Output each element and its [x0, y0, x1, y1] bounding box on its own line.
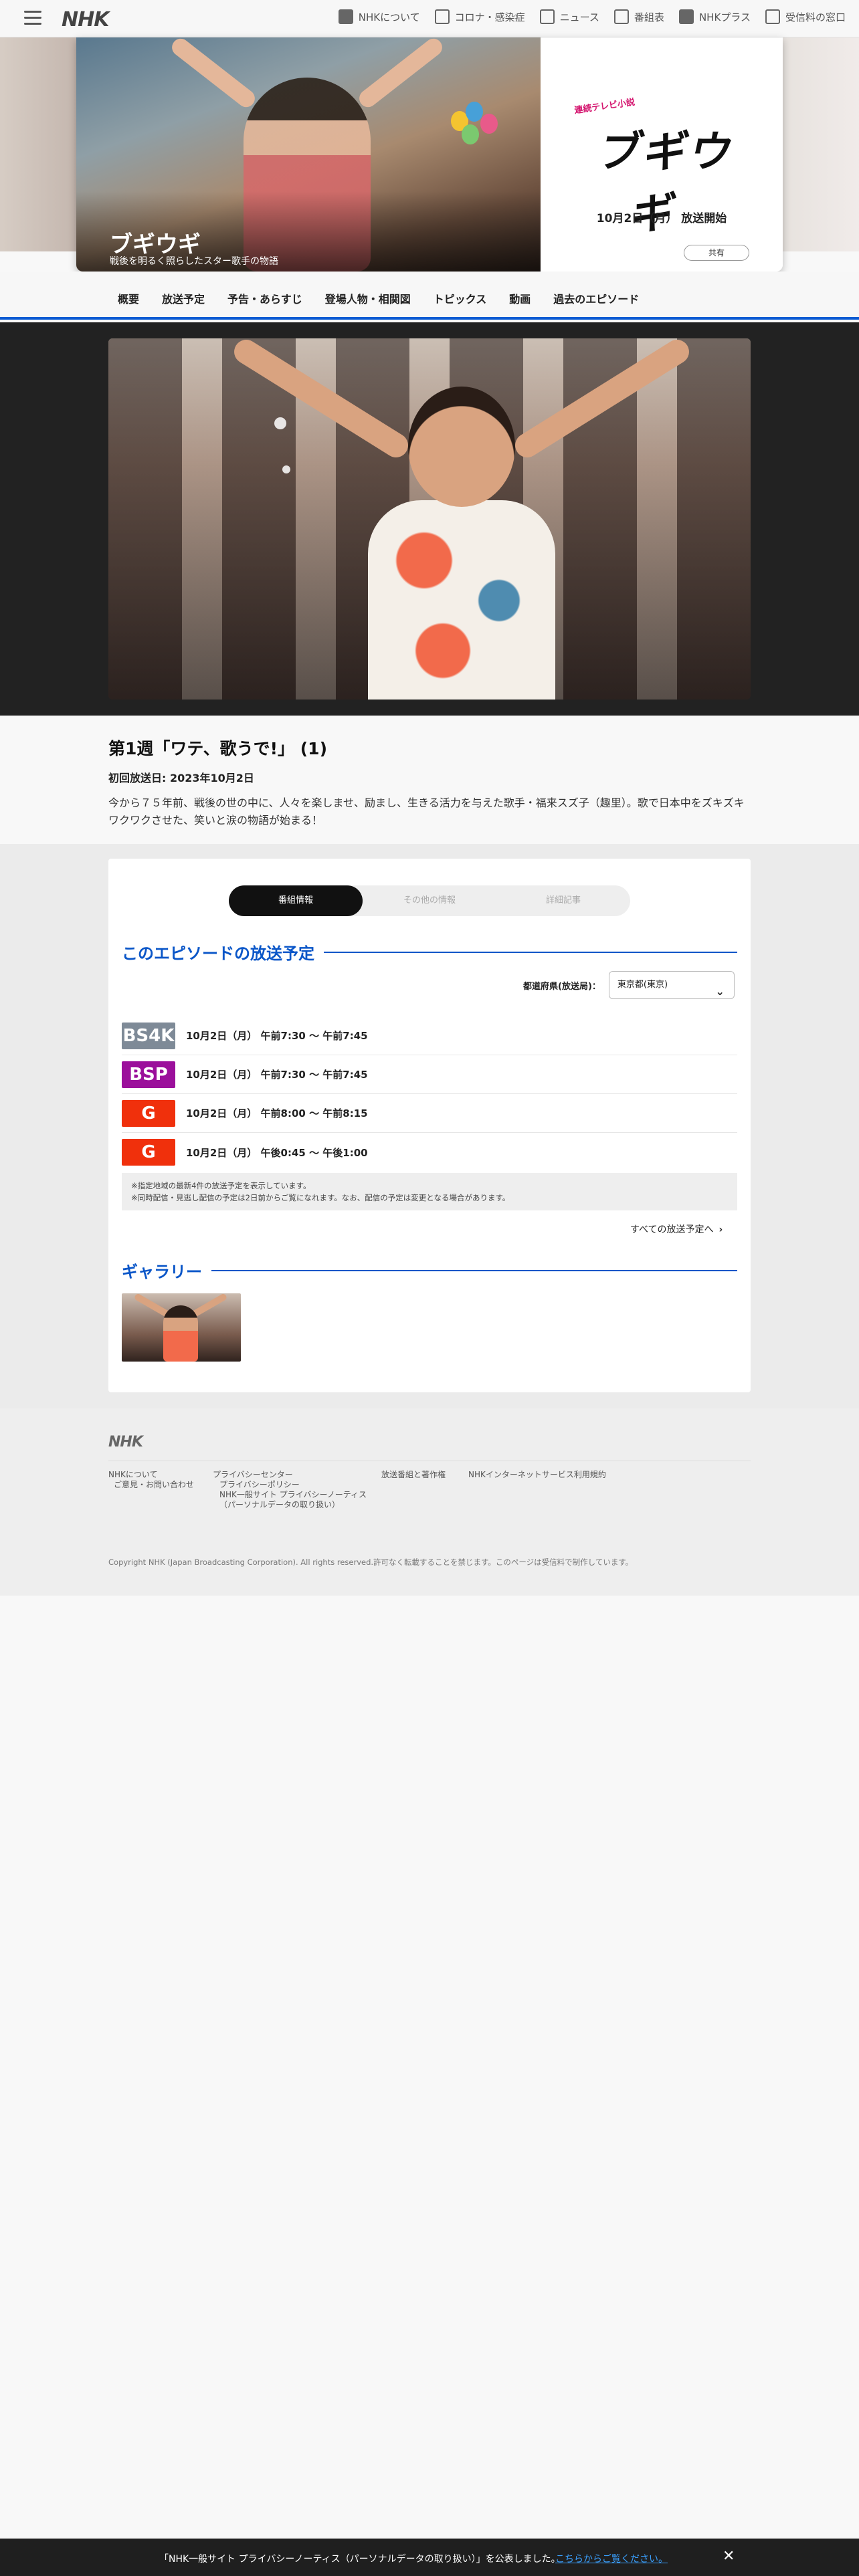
region-label: 都道府県(放送局)：	[523, 981, 601, 992]
corona-icon	[434, 9, 450, 24]
footer-link-terms[interactable]: NHKインターネットサービス利用規約	[468, 1470, 606, 1479]
episode-description: 今から７５年前、戦後の世の中に、人々を楽しませ、励まし、生きる活力を与えた歌手・…	[108, 796, 745, 827]
schedule-time: 10月2日（月） 午前7:30 〜 午前7:45	[186, 1030, 368, 1042]
menu-icon[interactable]	[24, 11, 41, 25]
hero-info: 連続テレビ小説 ブギウギ 10月2日（月） 放送開始 共有	[541, 37, 783, 272]
episode-detail-panel: 番組情報 その他の情報 詳細記事 このエピソードの放送予定 都道府県(放送局)：…	[108, 859, 751, 1392]
global-header: NHK NHKについて コロナ・感染症 ニュース 番組表 NHKプラス 受信料の…	[0, 0, 859, 37]
gallery-thumbnail[interactable]	[122, 1293, 241, 1362]
nav-characters[interactable]: 登場人物・相関図	[325, 290, 411, 306]
nav-past-episodes[interactable]: 過去のエピソード	[553, 290, 639, 306]
program-logo: 連続テレビ小説 ブギウギ	[574, 98, 749, 239]
episode-first-air: 初回放送日: 2023年10月2日	[108, 772, 254, 784]
nav-news[interactable]: ニュース	[539, 9, 599, 24]
gallery-heading: ギャラリー	[122, 1259, 737, 1282]
main-visual-band	[0, 322, 859, 716]
episode-title: 第1週「ワテ、歌うで!」 (1)	[108, 739, 327, 758]
nhkplus-icon	[678, 9, 694, 24]
channel-badge-g: G	[122, 1139, 175, 1166]
info-tabs: 番組情報 その他の情報 詳細記事	[229, 885, 630, 916]
receiving-fee-icon	[765, 9, 780, 24]
global-nav: NHKについて コロナ・感染症 ニュース 番組表 NHKプラス 受信料の窓口	[338, 9, 846, 24]
schedule-time: 10月2日（月） 午前8:00 〜 午前8:15	[186, 1107, 368, 1119]
start-date: 10月2日（月） 放送開始	[596, 212, 727, 225]
nav-overview[interactable]: 概要	[118, 290, 139, 306]
nav-preview[interactable]: 予告・あらすじ	[227, 290, 302, 306]
program-logo-tag: 連続テレビ小説	[573, 97, 636, 116]
schedule-time: 10月2日（月） 午後0:45 〜 午後1:00	[186, 1146, 368, 1159]
schedule-list: BS4K 10月2日（月） 午前7:30 〜 午前7:45 BSP 10月2日（…	[122, 1016, 737, 1172]
nav-nhkplus[interactable]: NHKプラス	[678, 9, 751, 24]
notice-bar: 「NHK一般サイト プライバシーノーティス（パーソナルデータの取り扱い）」を公表…	[0, 2539, 859, 2576]
copyright: Copyright NHK (Japan Broadcasting Corpor…	[108, 1558, 634, 1567]
nav-about-nhk[interactable]: NHKについて	[338, 9, 420, 24]
footer-link-privacy-policy[interactable]: プライバシーポリシー	[219, 1480, 367, 1489]
close-icon[interactable]: ✕	[723, 2548, 735, 2565]
nav-broadcast-schedule[interactable]: 放送予定	[162, 290, 205, 306]
schedule-heading: このエピソードの放送予定	[122, 940, 737, 964]
footer-nhk-logo[interactable]: NHK	[108, 1434, 143, 1451]
schedule-row: BSP 10月2日（月） 午前7:30 〜 午前7:45	[122, 1055, 737, 1094]
footer: NHK NHKについて ご意見・お問い合わせ プライバシーセンター プライバシー…	[0, 1408, 859, 1596]
chevron-down-icon: ⌄	[715, 985, 725, 998]
footer-link-copyright[interactable]: 放送番組と著作権	[381, 1470, 446, 1479]
footer-col-about: NHKについて ご意見・お問い合わせ	[108, 1470, 194, 1490]
footer-col-privacy: プライバシーセンター プライバシーポリシー NHK一般サイト プライバシーノーテ…	[213, 1470, 367, 1510]
region-selector: 都道府県(放送局)： 東京都(東京) ⌄	[523, 971, 735, 999]
nav-videos[interactable]: 動画	[509, 290, 531, 306]
schedule-row: BS4K 10月2日（月） 午前7:30 〜 午前7:45	[122, 1016, 737, 1055]
schedule-icon	[613, 9, 629, 24]
channel-badge-bs4k: BS4K	[122, 1022, 175, 1049]
footer-col-copyright: 放送番組と著作権	[381, 1470, 446, 1480]
nav-topics[interactable]: トピックス	[434, 290, 487, 306]
news-icon	[539, 9, 555, 24]
channel-badge-g: G	[122, 1099, 175, 1127]
schedule-time: 10月2日（月） 午前7:30 〜 午前7:45	[186, 1069, 368, 1081]
nav-receiving-fee[interactable]: 受信料の窓口	[765, 9, 846, 24]
hero-card: ブギウギ 戦後を明るく照らしたスター歌手の物語 連続テレビ小説 ブギウギ 10月…	[76, 37, 783, 272]
tab-other-info[interactable]: その他の情報	[363, 885, 496, 916]
nhk-logo[interactable]: NHK	[62, 8, 109, 31]
episode-detail-section: 番組情報 その他の情報 詳細記事 このエピソードの放送予定 都道府県(放送局)：…	[0, 844, 859, 1408]
schedule-row: G 10月2日（月） 午後0:45 〜 午後1:00	[122, 1133, 737, 1172]
footer-link-privacy-center[interactable]: プライバシーセンター	[213, 1470, 367, 1479]
nhk-icon	[338, 9, 353, 24]
tab-program-info[interactable]: 番組情報	[229, 885, 363, 916]
share-button[interactable]: 共有	[684, 245, 749, 261]
nav-corona[interactable]: コロナ・感染症	[434, 9, 525, 24]
footer-col-terms: NHKインターネットサービス利用規約	[468, 1470, 606, 1480]
hero-subtitle: 戦後を明るく照らしたスター歌手の物語	[110, 256, 278, 267]
episode-info: 第1週「ワテ、歌うで!」 (1) 初回放送日: 2023年10月2日 今から７５…	[108, 736, 751, 829]
footer-link-privacy-notice-sub[interactable]: （パーソナルデータの取り扱い）	[219, 1500, 367, 1509]
notice-link[interactable]: こちらからご覧ください。	[555, 2552, 668, 2565]
tab-detail-articles[interactable]: 詳細記事	[496, 885, 630, 916]
region-select[interactable]: 東京都(東京) ⌄	[608, 971, 735, 999]
footer-link-contact[interactable]: ご意見・お問い合わせ	[114, 1480, 194, 1489]
program-nav: 概要 放送予定 予告・あらすじ 登場人物・相関図 トピックス 動画 過去のエピソ…	[0, 272, 859, 320]
footer-link-about[interactable]: NHKについて	[108, 1470, 194, 1479]
chevron-right-icon: ›	[719, 1224, 723, 1235]
nav-schedule[interactable]: 番組表	[613, 9, 664, 24]
footer-link-privacy-notice[interactable]: NHK一般サイト プライバシーノーティス	[219, 1490, 367, 1499]
notice-message: 「NHK一般サイト プライバシーノーティス（パーソナルデータの取り扱い）」を公表…	[159, 2554, 561, 2565]
episode-main-image	[108, 338, 751, 700]
schedule-row: G 10月2日（月） 午前8:00 〜 午前8:15	[122, 1094, 737, 1133]
all-schedule-link[interactable]: すべての放送予定へ ›	[630, 1222, 723, 1236]
channel-badge-bsp: BSP	[122, 1061, 175, 1088]
schedule-notes: ※指定地域の最新4件の放送予定を表示しています。 ※同時配信・見逃し配信の予定は…	[122, 1173, 737, 1210]
